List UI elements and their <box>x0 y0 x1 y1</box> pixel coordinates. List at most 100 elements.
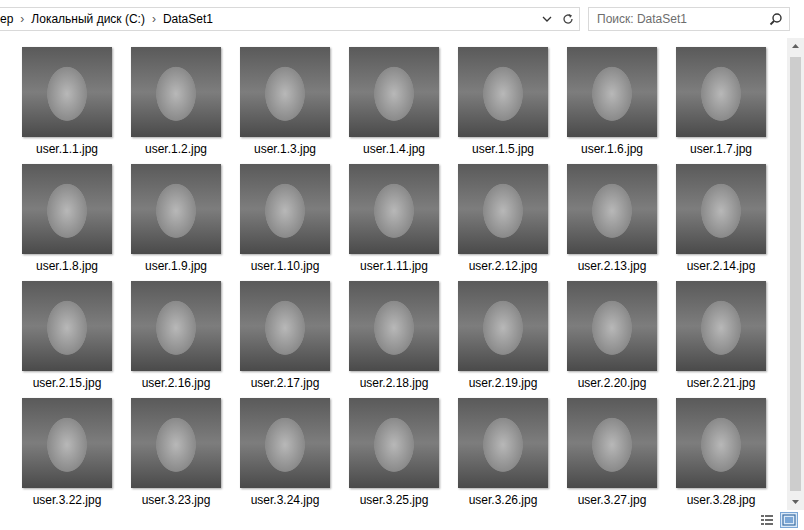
file-name: user.2.17.jpg <box>251 376 320 391</box>
file-item[interactable]: user.2.17.jpg <box>240 281 330 398</box>
file-name: user.2.14.jpg <box>687 259 756 274</box>
scroll-up-icon[interactable] <box>787 38 804 55</box>
photo-thumbnail <box>131 281 221 371</box>
file-name: user.1.7.jpg <box>690 142 752 157</box>
file-name: user.1.10.jpg <box>251 259 320 274</box>
file-item[interactable]: user.1.5.jpg <box>458 47 548 164</box>
view-button[interactable] <box>780 512 798 528</box>
file-item[interactable]: user.2.18.jpg <box>349 281 439 398</box>
file-item[interactable]: user.2.13.jpg <box>567 164 657 281</box>
file-item[interactable]: user.2.21.jpg <box>676 281 766 398</box>
file-item[interactable]: user.3.23.jpg <box>131 398 221 510</box>
scroll-track <box>787 55 804 493</box>
details-view-icon <box>760 514 774 526</box>
file-item[interactable]: user.1.11.jpg <box>349 164 439 281</box>
magnifier-icon[interactable] <box>769 12 783 26</box>
file-name: user.1.6.jpg <box>581 142 643 157</box>
photo-thumbnail <box>567 164 657 254</box>
photo-thumbnail <box>22 47 112 137</box>
status-bar <box>0 510 804 530</box>
photo-thumbnail <box>131 164 221 254</box>
file-name: user.1.11.jpg <box>360 259 428 274</box>
file-item[interactable]: user.3.28.jpg <box>676 398 766 510</box>
breadcrumb: ер › Локальный диск (C:) › DataSet1 <box>0 12 537 26</box>
file-name: user.2.19.jpg <box>469 376 538 391</box>
breadcrumb-separator[interactable]: › <box>152 12 156 26</box>
photo-thumbnail <box>240 398 330 488</box>
view-button[interactable] <box>758 512 776 528</box>
file-item[interactable]: user.2.20.jpg <box>567 281 657 398</box>
photo-thumbnail <box>131 47 221 137</box>
file-item[interactable]: user.1.10.jpg <box>240 164 330 281</box>
scroll-thumb[interactable] <box>790 57 801 491</box>
file-name: user.2.15.jpg <box>33 376 102 391</box>
file-item[interactable]: user.3.22.jpg <box>22 398 112 510</box>
file-name: user.2.12.jpg <box>469 259 538 274</box>
file-item[interactable]: user.1.7.jpg <box>676 47 766 164</box>
photo-thumbnail <box>349 398 439 488</box>
photo-thumbnail <box>22 281 112 371</box>
refresh-icon[interactable] <box>561 12 575 26</box>
file-name: user.3.25.jpg <box>360 493 429 508</box>
scroll-down-icon[interactable] <box>787 493 804 510</box>
search-placeholder: Поиск: DataSet1 <box>597 12 687 26</box>
file-name: user.2.13.jpg <box>578 259 647 274</box>
file-item[interactable]: user.1.2.jpg <box>131 47 221 164</box>
file-item[interactable]: user.2.16.jpg <box>131 281 221 398</box>
dropdown-chevron-icon[interactable] <box>541 13 553 25</box>
thumbnails-view-icon <box>782 514 796 526</box>
file-name: user.1.5.jpg <box>472 142 534 157</box>
file-item[interactable]: user.3.24.jpg <box>240 398 330 510</box>
photo-thumbnail <box>676 281 766 371</box>
breadcrumb-item[interactable]: ер <box>0 12 13 26</box>
file-item[interactable]: user.3.25.jpg <box>349 398 439 510</box>
photo-thumbnail <box>240 281 330 371</box>
file-name: user.1.9.jpg <box>145 259 207 274</box>
explorer-window: ер › Локальный диск (C:) › DataSet1 Поиск: Da… <box>0 0 804 530</box>
file-item[interactable]: user.1.3.jpg <box>240 47 330 164</box>
file-name: user.3.24.jpg <box>251 493 320 508</box>
photo-thumbnail <box>349 164 439 254</box>
content-area: user.1.1.jpg user.1.2.jpg user.1.3.jpg user… <box>0 38 804 510</box>
file-name: user.1.4.jpg <box>363 142 425 157</box>
file-name: user.2.16.jpg <box>142 376 211 391</box>
photo-thumbnail <box>240 47 330 137</box>
photo-thumbnail <box>676 47 766 137</box>
photo-thumbnail <box>567 47 657 137</box>
search-box[interactable]: Поиск: DataSet1 <box>588 7 790 31</box>
file-item[interactable]: user.1.6.jpg <box>567 47 657 164</box>
photo-thumbnail <box>676 164 766 254</box>
file-item[interactable]: user.3.26.jpg <box>458 398 548 510</box>
scrollbar[interactable] <box>787 38 804 510</box>
file-name: user.2.18.jpg <box>360 376 429 391</box>
file-grid: user.1.1.jpg user.1.2.jpg user.1.3.jpg user… <box>0 38 787 510</box>
photo-thumbnail <box>458 398 548 488</box>
breadcrumb-item[interactable]: Локальный диск (C:) <box>31 12 145 26</box>
breadcrumb-separator[interactable]: › <box>20 12 24 26</box>
file-name: user.3.22.jpg <box>33 493 102 508</box>
file-name: user.3.27.jpg <box>578 493 647 508</box>
file-item[interactable]: user.1.1.jpg <box>22 47 112 164</box>
photo-thumbnail <box>131 398 221 488</box>
photo-thumbnail <box>567 398 657 488</box>
file-name: user.2.21.jpg <box>687 376 756 391</box>
file-item[interactable]: user.1.9.jpg <box>131 164 221 281</box>
file-item[interactable]: user.2.12.jpg <box>458 164 548 281</box>
file-name: user.1.8.jpg <box>36 259 98 274</box>
file-item[interactable]: user.1.8.jpg <box>22 164 112 281</box>
address-bar[interactable]: ер › Локальный диск (C:) › DataSet1 <box>0 7 580 31</box>
file-item[interactable]: user.3.27.jpg <box>567 398 657 510</box>
file-item[interactable]: user.2.15.jpg <box>22 281 112 398</box>
file-item[interactable]: user.2.19.jpg <box>458 281 548 398</box>
photo-thumbnail <box>458 164 548 254</box>
breadcrumb-item[interactable]: DataSet1 <box>163 12 213 26</box>
file-name: user.1.1.jpg <box>36 142 98 157</box>
file-item[interactable]: user.1.4.jpg <box>349 47 439 164</box>
file-name: user.3.26.jpg <box>469 493 538 508</box>
file-name: user.3.28.jpg <box>687 493 756 508</box>
photo-thumbnail <box>458 281 548 371</box>
file-name: user.3.23.jpg <box>142 493 211 508</box>
file-name: user.1.3.jpg <box>254 142 316 157</box>
file-item[interactable]: user.2.14.jpg <box>676 164 766 281</box>
photo-thumbnail <box>567 281 657 371</box>
